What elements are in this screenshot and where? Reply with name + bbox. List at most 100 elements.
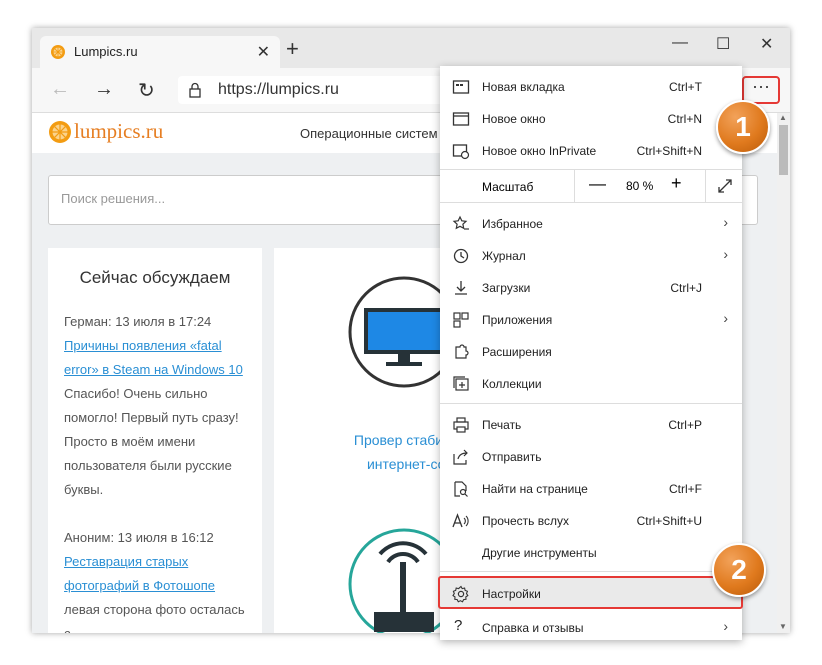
- comment-text: левая сторона фото осталась с: [64, 602, 245, 633]
- comment-text: Спасибо! Очень сильно помогло! Первый пу…: [64, 386, 239, 497]
- comment-author: Аноним: 13 июля в 16:12: [64, 530, 214, 545]
- fullscreen-button[interactable]: [705, 170, 742, 202]
- search-placeholder: Поиск решения...: [61, 191, 166, 206]
- scrollbar-thumb[interactable]: [779, 125, 788, 175]
- menu-item-label: Журнал: [482, 249, 526, 263]
- step-badge-1: 1: [716, 100, 770, 154]
- downloads-icon: [455, 281, 467, 295]
- menu-item-shortcut: Ctrl+N: [667, 112, 702, 126]
- menu-item-label: Другие инструменты: [482, 546, 597, 560]
- scroll-up-icon[interactable]: ▲: [779, 113, 787, 122]
- settings-menu: Новая вкладка Ctrl+T Новое окно Ctrl+N Н…: [440, 66, 742, 640]
- menu-item-label: Прочесть вслух: [482, 514, 569, 528]
- share-icon: [453, 449, 468, 465]
- menu-item-label: Найти на странице: [482, 482, 588, 496]
- collections-icon: [453, 376, 469, 391]
- history-icon: [453, 248, 469, 264]
- lock-icon: [189, 82, 201, 98]
- maximize-button[interactable]: ☐: [716, 34, 730, 54]
- menu-item-apps[interactable]: Приложения ›: [440, 303, 742, 335]
- menu-item-share[interactable]: Отправить: [440, 440, 742, 472]
- discussion-title: Сейчас обсуждаем: [79, 268, 231, 287]
- menu-item-shortcut: Ctrl+J: [670, 281, 702, 295]
- menu-item-collections[interactable]: Коллекции: [440, 367, 742, 399]
- refresh-icon[interactable]: ↻: [138, 78, 155, 103]
- menu-item-shortcut: Ctrl+Shift+N: [636, 144, 702, 158]
- menu-item-label: Новая вкладка: [482, 80, 565, 94]
- menu-item-label: Новое окно InPrivate: [482, 144, 597, 158]
- menu-item-history[interactable]: Журнал ›: [440, 239, 742, 271]
- comment-item: Герман: 13 июля в 17:24 Причины появлени…: [64, 310, 254, 502]
- menu-item-more-tools[interactable]: Другие инструменты: [440, 536, 742, 568]
- menu-item-shortcut: Ctrl+Shift+U: [636, 514, 702, 528]
- site-nav-os[interactable]: Операционные систем: [300, 126, 438, 141]
- page-scrollbar[interactable]: ▲ ▼: [777, 113, 790, 633]
- title-bar: Lumpics.ru ✕ + — ☐ ✕: [32, 28, 790, 68]
- comment-link[interactable]: Реставрация старых фотографий в Фотошопе: [64, 550, 254, 598]
- apps-icon: [453, 312, 469, 328]
- menu-item-label: Коллекции: [482, 377, 542, 391]
- chevron-right-icon: ›: [723, 310, 728, 326]
- new-tab-button[interactable]: +: [286, 38, 299, 60]
- menu-item-label: Отправить: [482, 450, 542, 464]
- new-tab-icon: [452, 80, 470, 94]
- menu-item-new-window[interactable]: Новое окно Ctrl+N: [440, 102, 742, 134]
- back-icon[interactable]: ←: [50, 78, 70, 101]
- print-icon: [453, 417, 469, 433]
- minimize-button[interactable]: —: [672, 34, 688, 52]
- forward-icon[interactable]: →: [94, 78, 114, 101]
- orange-logo-icon: [49, 121, 71, 143]
- url-text: https://lumpics.ru: [218, 81, 339, 98]
- menu-item-new-inprivate[interactable]: Новое окно InPrivate Ctrl+Shift+N: [440, 134, 742, 166]
- menu-item-downloads[interactable]: Загрузки Ctrl+J: [440, 271, 742, 303]
- menu-item-shortcut: Ctrl+T: [669, 80, 702, 94]
- menu-item-label: Загрузки: [482, 281, 531, 295]
- menu-item-label: Приложения: [482, 313, 553, 327]
- menu-item-label: Новое окно: [482, 112, 546, 126]
- site-logo-text[interactable]: lumpics.ru: [74, 119, 163, 144]
- menu-item-shortcut: Ctrl+P: [668, 418, 702, 432]
- chevron-right-icon: ›: [723, 214, 728, 230]
- favorites-icon: [452, 215, 469, 230]
- close-button[interactable]: ✕: [760, 34, 773, 54]
- menu-item-print[interactable]: Печать Ctrl+P: [440, 408, 742, 440]
- menu-item-extensions[interactable]: Расширения: [440, 335, 742, 367]
- zoom-in-button[interactable]: +: [671, 173, 682, 194]
- discussion-card: Сейчас обсуждаем Герман: 13 июля в 17:24…: [48, 248, 262, 633]
- zoom-out-button[interactable]: —: [589, 174, 606, 194]
- fullscreen-icon: [718, 179, 732, 193]
- menu-separator: [440, 403, 742, 404]
- zoom-control: — 80 % +: [574, 170, 742, 202]
- browser-tab[interactable]: Lumpics.ru ✕: [40, 36, 280, 68]
- menu-item-label: Настройки: [482, 587, 541, 601]
- help-icon: ?: [454, 617, 463, 634]
- tab-title: Lumpics.ru: [74, 44, 138, 59]
- comment-link[interactable]: Причины появления «fatal error» в Steam …: [64, 334, 254, 382]
- tab-close-icon[interactable]: ✕: [257, 42, 270, 62]
- menu-separator: [440, 571, 742, 572]
- zoom-label: Масштаб: [482, 180, 534, 194]
- menu-item-favorites[interactable]: Избранное ›: [440, 207, 742, 239]
- scroll-down-icon[interactable]: ▼: [779, 622, 787, 631]
- gear-icon: [452, 585, 469, 603]
- find-icon: [454, 481, 468, 497]
- menu-item-read-aloud[interactable]: Прочесть вслух Ctrl+Shift+U: [440, 504, 742, 536]
- comment-author: Герман: 13 июля в 17:24: [64, 314, 212, 329]
- extensions-icon: [455, 344, 469, 359]
- menu-item-new-tab[interactable]: Новая вкладка Ctrl+T: [440, 70, 742, 102]
- menu-item-label: Расширения: [482, 345, 552, 359]
- menu-item-label: Справка и отзывы: [482, 621, 584, 635]
- new-window-icon: [452, 112, 470, 126]
- url-field[interactable]: https://lumpics.ru: [178, 76, 478, 104]
- menu-item-help[interactable]: ? Справка и отзывы ›: [440, 611, 742, 640]
- menu-item-find[interactable]: Найти на странице Ctrl+F: [440, 472, 742, 504]
- menu-item-label: Избранное: [482, 217, 543, 231]
- chevron-right-icon: ›: [723, 246, 728, 262]
- orange-icon: [51, 45, 65, 59]
- menu-item-label: Печать: [482, 418, 522, 432]
- menu-item-shortcut: Ctrl+F: [669, 482, 702, 496]
- chevron-right-icon: ›: [723, 618, 728, 634]
- inprivate-icon: [452, 144, 470, 160]
- menu-separator: [440, 202, 742, 203]
- menu-item-settings[interactable]: Настройки: [438, 576, 743, 609]
